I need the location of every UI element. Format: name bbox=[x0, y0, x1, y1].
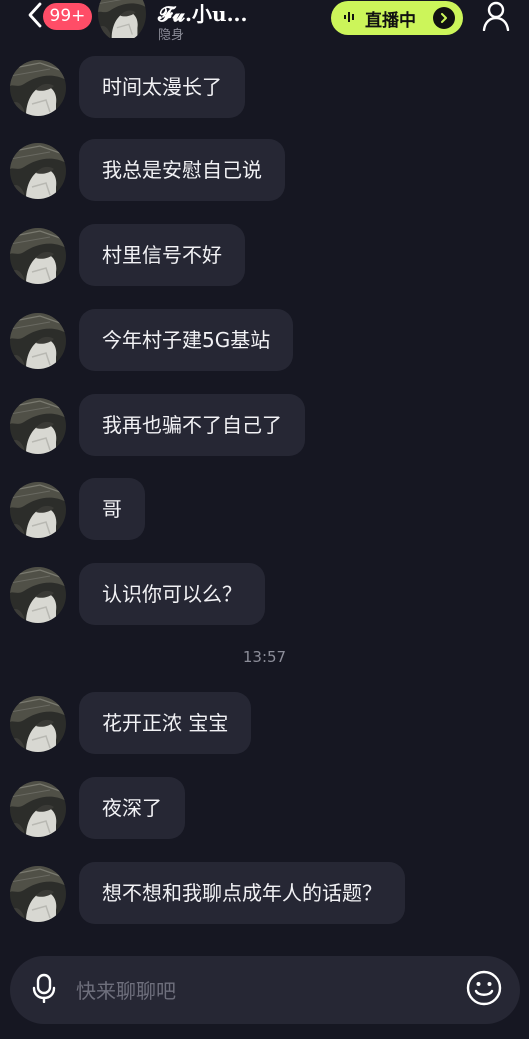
chat-screen: 99+ 𝓕𝓾.小u... 隐身 直播中 时间太漫长了 我总是安慰自己说 村里信号… bbox=[0, 0, 529, 1039]
emoji-button[interactable] bbox=[465, 970, 503, 1010]
message-bubble[interactable]: 我总是安慰自己说 bbox=[79, 139, 285, 201]
message-row: 夜深了 bbox=[0, 777, 529, 841]
sender-avatar[interactable] bbox=[10, 228, 66, 284]
sender-avatar[interactable] bbox=[10, 482, 66, 538]
message-row: 认识你可以么？ bbox=[0, 563, 529, 627]
microphone-icon bbox=[32, 973, 56, 1007]
voice-button[interactable] bbox=[28, 973, 60, 1007]
message-bubble[interactable]: 想不想和我聊点成年人的话题？ bbox=[79, 862, 405, 924]
sender-avatar[interactable] bbox=[10, 781, 66, 837]
smiley-icon bbox=[466, 970, 502, 1010]
arrow-right-icon bbox=[433, 7, 455, 29]
message-bubble[interactable]: 今年村子建5G基站 bbox=[79, 309, 294, 371]
sender-avatar[interactable] bbox=[10, 696, 66, 752]
message-bubble[interactable]: 哥 bbox=[79, 478, 145, 540]
person-icon bbox=[482, 1, 510, 35]
message-row: 我总是安慰自己说 bbox=[0, 139, 529, 203]
sender-avatar[interactable] bbox=[10, 143, 66, 199]
contact-status: 隐身 bbox=[158, 28, 185, 43]
sender-avatar[interactable] bbox=[10, 866, 66, 922]
message-row: 哥 bbox=[0, 478, 529, 542]
chevron-left-icon bbox=[27, 2, 43, 32]
live-button[interactable]: 直播中 bbox=[331, 1, 463, 35]
message-bubble[interactable]: 我再也骗不了自己了 bbox=[79, 394, 305, 456]
chat-header: 99+ 𝓕𝓾.小u... 隐身 直播中 bbox=[0, 0, 529, 52]
message-bubble[interactable]: 时间太漫长了 bbox=[79, 56, 245, 118]
message-bubble[interactable]: 村里信号不好 bbox=[79, 224, 245, 286]
message-bubble[interactable]: 夜深了 bbox=[79, 777, 185, 839]
message-input[interactable] bbox=[74, 970, 458, 1012]
message-row: 我再也骗不了自己了 bbox=[0, 394, 529, 458]
message-row: 想不想和我聊点成年人的话题？ bbox=[0, 862, 529, 926]
sender-avatar[interactable] bbox=[10, 313, 66, 369]
contact-avatar[interactable] bbox=[98, 0, 146, 42]
unread-badge: 99+ bbox=[43, 3, 92, 30]
message-row: 时间太漫长了 bbox=[0, 56, 529, 120]
contact-name: 𝓕𝓾.小u... bbox=[158, 2, 248, 26]
message-row: 花开正浓 宝宝 bbox=[0, 692, 529, 756]
sender-avatar[interactable] bbox=[10, 398, 66, 454]
message-row: 村里信号不好 bbox=[0, 224, 529, 288]
message-row: 今年村子建5G基站 bbox=[0, 309, 529, 373]
profile-button[interactable] bbox=[480, 1, 512, 35]
message-bubble[interactable]: 认识你可以么？ bbox=[79, 563, 265, 625]
message-bubble[interactable]: 花开正浓 宝宝 bbox=[79, 692, 252, 754]
sound-wave-icon bbox=[343, 9, 357, 28]
message-timestamp: 13:57 bbox=[242, 648, 287, 666]
message-composer bbox=[10, 956, 520, 1024]
live-label: 直播中 bbox=[365, 10, 416, 31]
sender-avatar[interactable] bbox=[10, 567, 66, 623]
sender-avatar[interactable] bbox=[10, 60, 66, 116]
